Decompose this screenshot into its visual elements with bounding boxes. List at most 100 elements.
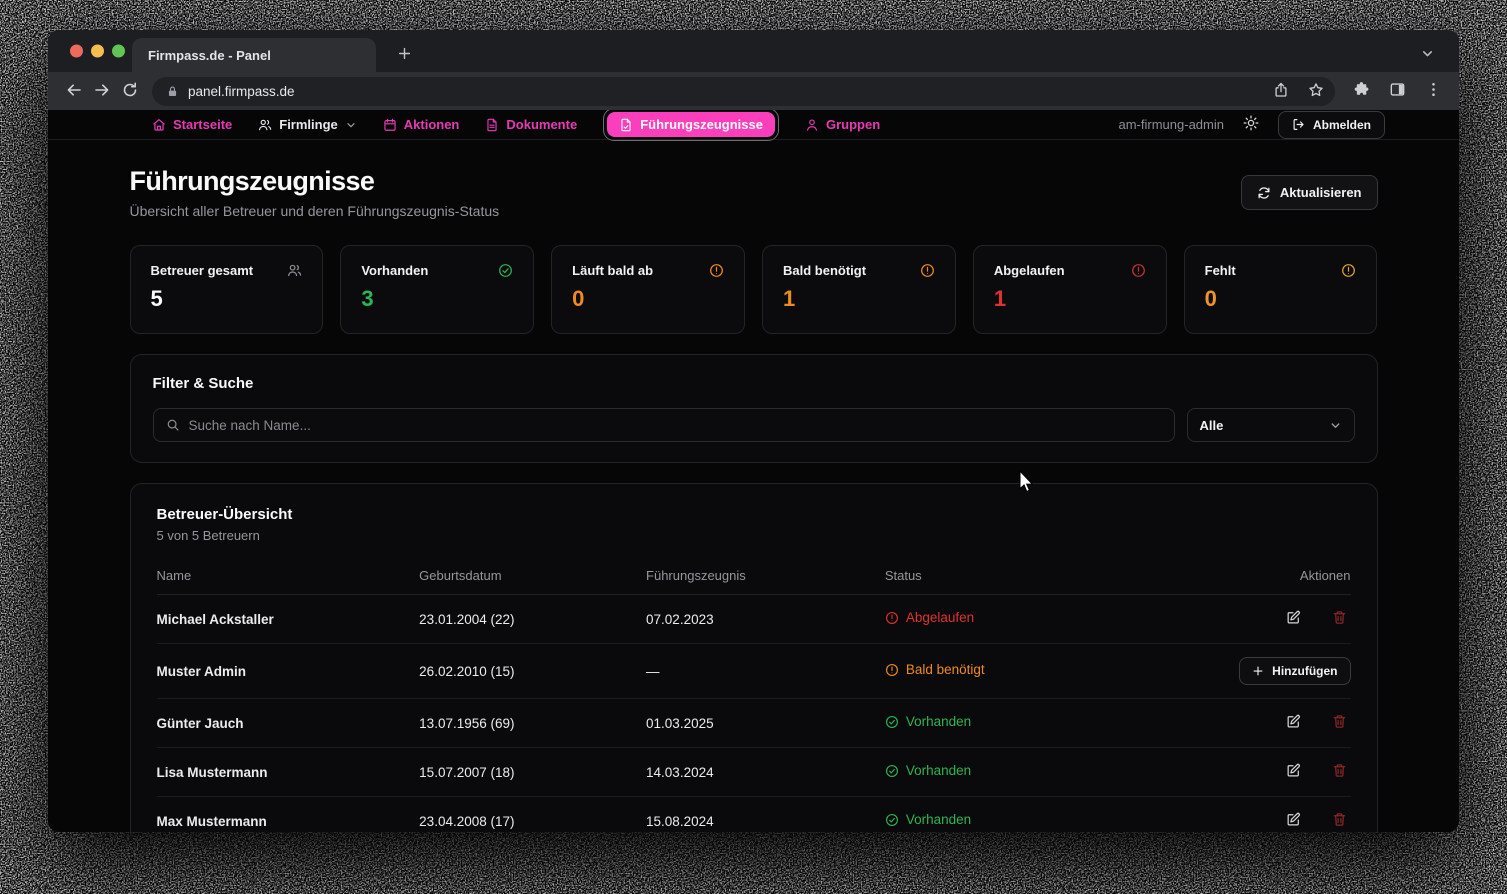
nav-item-aktionen[interactable]: Aktionen — [383, 117, 460, 132]
logout-button[interactable]: Abmelden — [1278, 111, 1385, 139]
status-filter-select[interactable]: Alle — [1187, 408, 1355, 442]
nav-item-startseite[interactable]: Startseite — [152, 117, 232, 132]
edit-button[interactable] — [1283, 712, 1305, 734]
check-circle-icon — [885, 764, 899, 778]
cell-birthdate: 23.04.2008 (17) — [419, 797, 646, 833]
stat-label: Fehlt — [1205, 263, 1236, 278]
puzzle-icon — [1353, 81, 1370, 101]
theme-toggle-button[interactable] — [1242, 116, 1260, 134]
stat-value: 1 — [783, 286, 935, 312]
status-badge: Bald benötigt — [885, 662, 985, 677]
stat-card-lauft-bald-ab: Läuft bald ab 0 — [551, 245, 745, 334]
browser-tab-strip: Firmpass.de - Panel — [48, 30, 1459, 72]
plus-icon — [1252, 665, 1264, 677]
stat-label: Läuft bald ab — [572, 263, 653, 278]
cell-name: Muster Admin — [157, 644, 420, 699]
stat-card-bald-benotigt: Bald benötigt 1 — [762, 245, 956, 334]
filter-title: Filter & Suche — [153, 375, 1355, 392]
alert-circle-icon — [1131, 263, 1146, 278]
sidebar-icon — [1389, 81, 1406, 101]
nav-item-label: Führungszeugnisse — [640, 117, 763, 132]
alert-circle-icon — [885, 663, 899, 677]
window-zoom-button[interactable] — [112, 45, 125, 58]
table-row: Michael Ackstaller 23.01.2004 (22) 07.02… — [157, 595, 1351, 644]
cell-name: Lisa Mustermann — [157, 748, 420, 797]
table-section: Betreuer-Übersicht 5 von 5 Betreuern Nam… — [130, 483, 1378, 832]
nav-item-label: Dokumente — [506, 117, 577, 132]
nav-item-dokumente[interactable]: Dokumente — [485, 117, 577, 132]
search-icon — [166, 418, 180, 432]
share-button[interactable] — [1268, 78, 1294, 104]
browser-window: Firmpass.de - Panel panel.firmpass.de St… — [48, 30, 1459, 832]
chevron-down-icon — [345, 119, 357, 131]
nav-item-firmlinge[interactable]: Firmlinge — [258, 117, 357, 132]
window-minimize-button[interactable] — [91, 45, 104, 58]
logout-icon — [1292, 118, 1305, 131]
cell-birthdate: 15.07.2007 (18) — [419, 748, 646, 797]
address-bar[interactable]: panel.firmpass.de — [152, 77, 1335, 106]
browser-menu-button[interactable] — [1419, 77, 1447, 105]
stat-card-betreuer-gesamt: Betreuer gesamt 5 — [130, 245, 324, 334]
page-subtitle: Übersicht aller Betreuer und deren Führu… — [130, 203, 500, 219]
delete-button[interactable] — [1329, 761, 1351, 783]
forward-button[interactable] — [88, 77, 116, 105]
plus-icon — [397, 46, 412, 64]
stat-card-vorhanden: Vorhanden 3 — [340, 245, 534, 334]
edit-button[interactable] — [1283, 761, 1305, 783]
new-tab-button[interactable] — [394, 45, 414, 65]
sun-icon — [1243, 115, 1259, 134]
browser-tab[interactable]: Firmpass.de - Panel — [132, 38, 376, 72]
status-badge: Vorhanden — [885, 763, 971, 778]
stat-label: Betreuer gesamt — [151, 263, 254, 278]
trash-icon — [1332, 610, 1347, 628]
cell-actions — [1219, 595, 1350, 644]
arrow-left-icon — [65, 81, 83, 102]
page-content: Startseite Firmlinge Aktionen Dokumente Führ… — [48, 110, 1459, 832]
alert-circle-icon — [920, 263, 935, 278]
refresh-icon — [1257, 186, 1271, 200]
cell-certificate: 07.02.2023 — [646, 595, 885, 644]
sidebar-button[interactable] — [1383, 77, 1411, 105]
column-header-status: Status — [885, 557, 1219, 595]
status-label: Vorhanden — [906, 763, 971, 778]
cell-certificate: 15.08.2024 — [646, 797, 885, 833]
check-circle-icon — [498, 263, 513, 278]
users-icon — [258, 118, 272, 132]
stat-value: 0 — [572, 286, 724, 312]
extensions-button[interactable] — [1347, 77, 1375, 105]
tab-overview-chevron-icon[interactable] — [1420, 46, 1435, 61]
arrow-right-icon — [93, 81, 111, 102]
reload-button[interactable] — [116, 77, 144, 105]
cell-actions — [1219, 699, 1350, 748]
cell-certificate: 01.03.2025 — [646, 699, 885, 748]
add-label: Hinzufügen — [1272, 664, 1337, 678]
select-value: Alle — [1200, 418, 1224, 433]
file-icon — [619, 118, 633, 132]
back-button[interactable] — [60, 77, 88, 105]
delete-button[interactable] — [1329, 810, 1351, 832]
nav-item-fuhrungszeugnisse[interactable]: Führungszeugnisse — [607, 112, 775, 137]
edit-icon — [1286, 812, 1301, 830]
search-input[interactable] — [189, 418, 1162, 433]
add-certificate-button[interactable]: Hinzufügen — [1239, 657, 1350, 685]
bookmark-button[interactable] — [1303, 78, 1329, 104]
page-header: Führungszeugnisse Übersicht aller Betreu… — [130, 166, 1378, 219]
window-close-button[interactable] — [70, 45, 83, 58]
cell-certificate: 14.03.2024 — [646, 748, 885, 797]
delete-button[interactable] — [1329, 608, 1351, 630]
check-circle-icon — [885, 813, 899, 827]
edit-icon — [1286, 714, 1301, 732]
search-box[interactable] — [153, 408, 1175, 442]
home-icon — [152, 118, 166, 132]
chevron-down-icon — [1329, 419, 1342, 432]
cell-actions — [1219, 797, 1350, 833]
nav-item-gruppen[interactable]: Gruppen — [805, 117, 880, 132]
refresh-data-button[interactable]: Aktualisieren — [1241, 175, 1378, 210]
page-title: Führungszeugnisse — [130, 166, 500, 197]
column-header-actions: Aktionen — [1219, 557, 1350, 595]
delete-button[interactable] — [1329, 712, 1351, 734]
edit-button[interactable] — [1283, 810, 1305, 832]
status-badge: Abgelaufen — [885, 610, 974, 625]
edit-button[interactable] — [1283, 608, 1305, 630]
stat-card-fehlt: Fehlt 0 — [1184, 245, 1378, 334]
